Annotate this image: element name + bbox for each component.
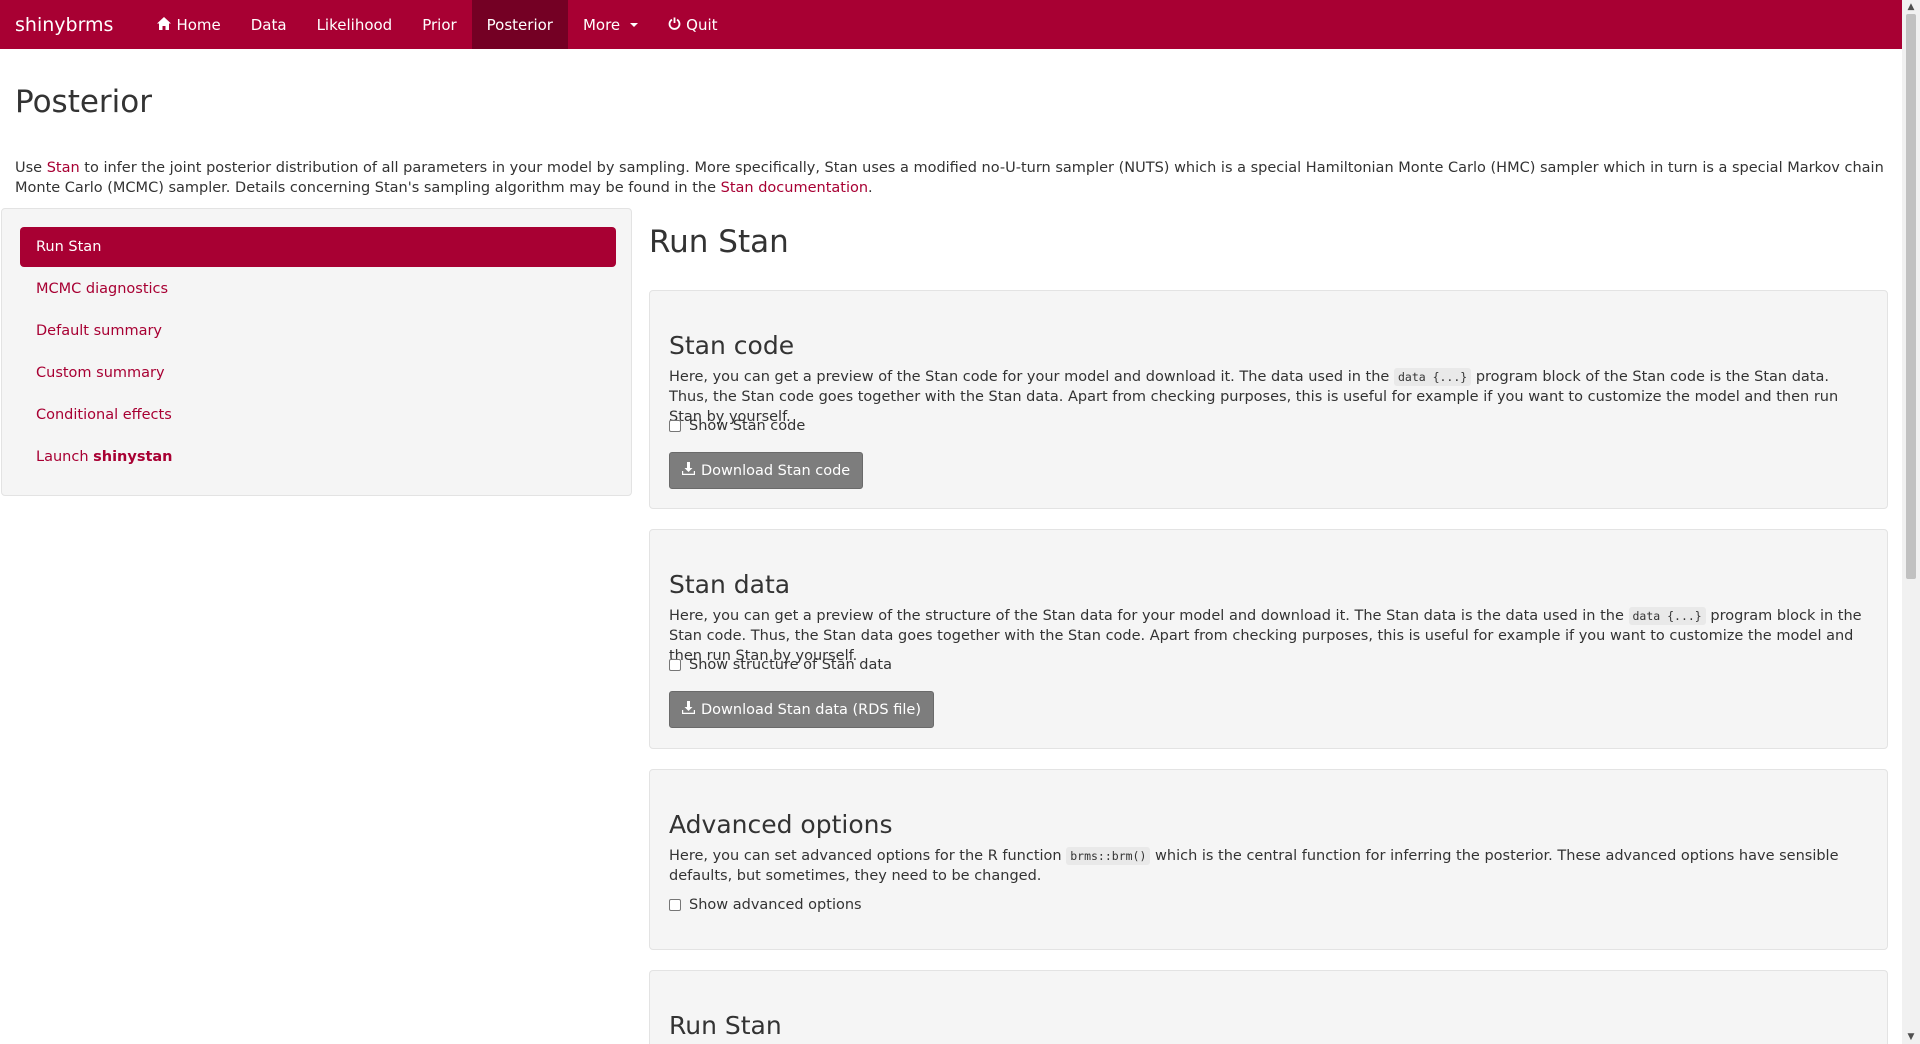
code-snippet: data {...} <box>1628 607 1706 625</box>
page-title: Posterior <box>15 84 153 120</box>
intro-text-part: . <box>868 180 873 196</box>
stan-data-heading: Stan data <box>669 570 791 599</box>
app-brand[interactable]: shinybrms <box>0 0 128 49</box>
show-stan-code-checkbox[interactable]: Show Stan code <box>669 418 805 434</box>
home-icon <box>157 16 172 34</box>
sidebar-item-mcmc-diagnostics[interactable]: MCMC diagnostics <box>20 269 616 309</box>
desc-part: Here, you can get a preview of the struc… <box>669 608 1629 624</box>
scroll-thumb[interactable] <box>1906 14 1916 579</box>
nav-quit[interactable]: Quit <box>653 0 732 49</box>
scroll-down-icon[interactable]: ▼ <box>1902 1030 1920 1044</box>
checkbox-label: Show Stan code <box>689 418 806 434</box>
checkbox-box[interactable] <box>669 899 681 911</box>
stan-link[interactable]: Stan <box>47 160 80 176</box>
scroll-up-icon[interactable]: ▲ <box>1902 0 1920 14</box>
sidebar-item-conditional-effects[interactable]: Conditional effects <box>20 395 616 435</box>
nav-posterior[interactable]: Posterior <box>471 0 568 49</box>
nav-data[interactable]: Data <box>236 0 302 49</box>
nav-more-dropdown[interactable]: More <box>568 0 653 49</box>
top-navbar: shinybrms Home Data Likelihood Prior Pos… <box>0 0 1902 49</box>
stan-code-description: Here, you can get a preview of the Stan … <box>669 367 1864 427</box>
sidebar-item-launch-shinystan[interactable]: Launch shinystan <box>20 437 616 477</box>
nav-prior[interactable]: Prior <box>407 0 471 49</box>
nav-home[interactable]: Home <box>142 0 235 49</box>
run-stan-heading: Run Stan <box>669 1011 782 1040</box>
shinystan-label: shinystan <box>93 449 173 465</box>
code-snippet: brms::brm() <box>1066 847 1151 865</box>
stan-documentation-link[interactable]: Stan documentation <box>721 180 868 196</box>
checkbox-box[interactable] <box>669 659 681 671</box>
caret-down-icon <box>630 22 639 27</box>
launch-label: Launch <box>36 449 94 465</box>
nav-more-label: More <box>582 15 621 34</box>
posterior-sidebar: Run Stan MCMC diagnostics Default summar… <box>1 208 632 496</box>
sidebar-item-custom-summary[interactable]: Custom summary <box>20 353 616 393</box>
advanced-options-heading: Advanced options <box>669 810 893 839</box>
intro-text-part: to infer the joint posterior distributio… <box>15 160 1884 196</box>
stan-data-panel: Stan data Here, you can get a preview of… <box>649 529 1888 749</box>
show-stan-data-checkbox[interactable]: Show structure of Stan data <box>669 657 892 673</box>
sidebar-item-run-stan[interactable]: Run Stan <box>20 227 616 267</box>
advanced-options-description: Here, you can set advanced options for t… <box>669 846 1864 886</box>
stan-code-heading: Stan code <box>669 331 795 360</box>
checkbox-box[interactable] <box>669 420 681 432</box>
download-stan-data-label: Download Stan data (RDS file) <box>701 701 921 718</box>
page-scrollbar[interactable]: ▲ ▼ <box>1902 0 1920 1044</box>
checkbox-label: Show advanced options <box>689 897 862 913</box>
power-icon <box>668 16 681 34</box>
intro-text: Use Stan to infer the joint posterior di… <box>15 158 1890 198</box>
show-advanced-options-checkbox[interactable]: Show advanced options <box>669 897 862 913</box>
nav-likelihood[interactable]: Likelihood <box>302 0 408 49</box>
desc-part: Here, you can set advanced options for t… <box>669 848 1067 864</box>
download-stan-code-button[interactable]: Download Stan code <box>669 452 864 489</box>
download-stan-data-button[interactable]: Download Stan data (RDS file) <box>669 691 934 728</box>
download-icon <box>681 462 696 479</box>
run-stan-panel: Run Stan <box>649 970 1888 1044</box>
stan-code-panel: Stan code Here, you can get a preview of… <box>649 290 1888 509</box>
desc-part: Here, you can get a preview of the Stan … <box>669 369 1394 385</box>
nav-home-label: Home <box>176 15 221 34</box>
intro-text-part: Use <box>15 160 47 176</box>
download-icon <box>681 701 696 718</box>
sidebar-item-default-summary[interactable]: Default summary <box>20 311 616 351</box>
code-snippet: data {...} <box>1393 368 1472 386</box>
advanced-options-panel: Advanced options Here, you can set advan… <box>649 769 1888 950</box>
main-title: Run Stan <box>649 224 789 260</box>
checkbox-label: Show structure of Stan data <box>689 657 892 673</box>
nav-quit-label: Quit <box>686 15 718 34</box>
download-stan-code-label: Download Stan code <box>701 462 851 479</box>
